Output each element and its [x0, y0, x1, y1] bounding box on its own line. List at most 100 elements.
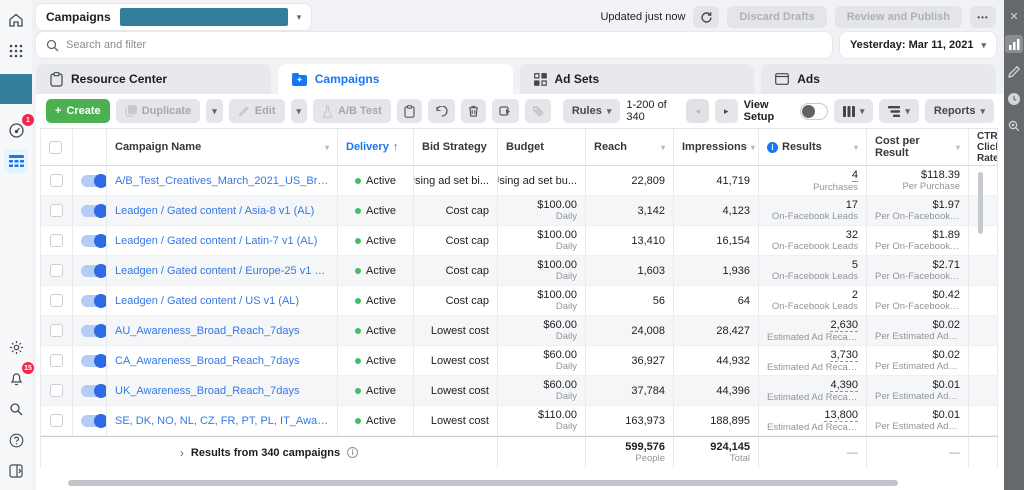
performance-chart-icon[interactable]	[1005, 35, 1023, 53]
campaign-name-link[interactable]: AU_Awareness_Broad_Reach_7days	[115, 325, 329, 337]
row-checkbox[interactable]	[50, 324, 63, 337]
header-cost-per-result[interactable]: Cost per Result ▾	[867, 129, 969, 165]
sort-caret-icon[interactable]: ▾	[325, 143, 329, 152]
search-filter-bar[interactable]	[36, 32, 832, 58]
row-checkbox[interactable]	[50, 354, 63, 367]
header-delivery[interactable]: Delivery ↑	[338, 129, 414, 165]
header-campaign-name[interactable]: Campaign Name ▾	[107, 129, 338, 165]
results-value[interactable]: 13,800	[824, 409, 858, 422]
header-reach[interactable]: Reach ▾	[586, 129, 674, 165]
results-value[interactable]: 4,390	[830, 379, 858, 392]
results-value[interactable]: 4	[852, 169, 858, 182]
tab-ads[interactable]: Ads	[761, 64, 996, 94]
results-value[interactable]: 32	[846, 229, 858, 241]
edit-button[interactable]: Edit	[229, 99, 285, 123]
help-icon[interactable]	[4, 428, 28, 452]
edit-pencil-icon[interactable]	[1006, 64, 1022, 80]
campaign-scope-selector[interactable]: Campaigns ▾	[36, 4, 311, 30]
collapse-panel-icon[interactable]	[4, 459, 28, 483]
header-results[interactable]: i Results ▾	[759, 129, 867, 165]
campaign-active-toggle[interactable]	[81, 235, 107, 247]
breakdown-button[interactable]: ▾	[879, 99, 919, 123]
results-info-icon[interactable]: i	[767, 142, 778, 153]
row-checkbox[interactable]	[50, 204, 63, 217]
footer-info-icon[interactable]: i	[347, 447, 358, 458]
campaign-active-toggle[interactable]	[81, 175, 107, 187]
campaign-name-link[interactable]: SE, DK, NO, NL, CZ, FR, PT, PL, IT_Aware…	[115, 415, 329, 427]
reports-button[interactable]: Reports ▾	[925, 99, 994, 123]
zoom-search-icon[interactable]	[1006, 118, 1022, 134]
settings-gear-icon[interactable]	[4, 335, 28, 359]
search-input[interactable]	[66, 39, 822, 51]
tab-campaigns[interactable]: Campaigns	[278, 64, 513, 94]
discard-drafts-button[interactable]: Discard Drafts	[727, 6, 826, 28]
edit-caret-button[interactable]: ▾	[291, 99, 308, 123]
view-setup-toggle[interactable]	[800, 103, 828, 120]
row-checkbox[interactable]	[50, 264, 63, 277]
results-value[interactable]: 2	[852, 289, 858, 301]
row-checkbox[interactable]	[50, 384, 63, 397]
tab-ad-sets[interactable]: Ad Sets	[520, 64, 755, 94]
campaign-active-toggle[interactable]	[81, 295, 107, 307]
row-checkbox[interactable]	[50, 234, 63, 247]
refresh-button[interactable]	[693, 6, 719, 28]
sort-caret-icon[interactable]: ▾	[956, 143, 960, 152]
campaign-name-link[interactable]: UK_Awareness_Broad_Reach_7days	[115, 385, 329, 397]
date-range-selector[interactable]: Yesterday: Mar 11, 2021 ▾	[840, 32, 996, 58]
header-ctr[interactable]: CTR Click Rate	[969, 129, 998, 165]
results-value[interactable]: 3,730	[830, 349, 858, 362]
home-icon[interactable]	[4, 8, 28, 32]
create-button[interactable]: + Create	[46, 99, 110, 123]
results-value[interactable]: 5	[852, 259, 858, 271]
campaign-name-link[interactable]: A/B_Test_Creatives_March_2021_US_Broad_.…	[115, 175, 329, 187]
more-options-button[interactable]: •••	[970, 6, 996, 28]
account-logo-redacted[interactable]	[0, 74, 32, 104]
campaign-name-link[interactable]: Leadgen / Gated content / US v1 (AL)	[115, 295, 329, 307]
results-value[interactable]: 2,630	[830, 319, 858, 332]
header-impressions[interactable]: Impressions ▾	[674, 129, 759, 165]
campaign-name-link[interactable]: Leadgen / Gated content / Latin-7 v1 (AL…	[115, 235, 329, 247]
close-icon[interactable]: ✕	[1006, 8, 1022, 24]
select-all-checkbox[interactable]	[49, 141, 62, 154]
rules-button[interactable]: Rules ▾	[563, 99, 621, 123]
campaign-name-link[interactable]: Leadgen / Gated content / Asia-8 v1 (AL)	[115, 205, 329, 217]
next-page-button[interactable]: ▸	[715, 99, 738, 123]
campaign-active-toggle[interactable]	[81, 205, 107, 217]
row-checkbox[interactable]	[50, 294, 63, 307]
campaign-active-toggle[interactable]	[81, 265, 107, 277]
search-rail-icon[interactable]	[4, 397, 28, 421]
columns-button[interactable]: ▾	[834, 99, 874, 123]
expand-results-chevron[interactable]: ›	[180, 446, 184, 460]
delete-button[interactable]	[461, 99, 486, 123]
duplicate-caret-button[interactable]: ▾	[206, 99, 223, 123]
duplicate-button[interactable]: Duplicate	[116, 99, 201, 123]
tab-resource-center[interactable]: Resource Center	[36, 64, 271, 94]
header-bid-strategy[interactable]: Bid Strategy	[414, 129, 498, 165]
chevron-down-icon[interactable]: ▾	[297, 13, 302, 22]
results-value[interactable]: 17	[846, 199, 858, 211]
row-checkbox[interactable]	[50, 174, 63, 187]
campaign-active-toggle[interactable]	[81, 355, 107, 367]
sort-caret-icon[interactable]: ▾	[661, 143, 665, 152]
header-budget[interactable]: Budget	[498, 129, 586, 165]
horizontal-scrollbar[interactable]	[68, 480, 898, 486]
sort-caret-icon[interactable]: ▾	[854, 143, 858, 152]
notifications-bell-icon[interactable]: 15	[4, 366, 28, 390]
campaign-active-toggle[interactable]	[81, 325, 107, 337]
ab-test-button[interactable]: A/B Test	[313, 99, 391, 123]
sort-caret-icon[interactable]: ▾	[751, 143, 755, 152]
row-checkbox[interactable]	[50, 414, 63, 427]
campaign-name-link[interactable]: CA_Awareness_Broad_Reach_7days	[115, 355, 329, 367]
apps-grid-icon[interactable]	[4, 39, 28, 63]
export-button[interactable]	[492, 99, 519, 123]
campaigns-table-icon[interactable]	[4, 149, 28, 173]
campaign-active-toggle[interactable]	[81, 385, 107, 397]
history-clock-icon[interactable]	[1006, 91, 1022, 107]
campaign-active-toggle[interactable]	[81, 415, 107, 427]
campaign-name-link[interactable]: Leadgen / Gated content / Europe-25 v1 (…	[115, 265, 329, 277]
review-publish-button[interactable]: Review and Publish	[835, 6, 962, 28]
tag-button[interactable]	[525, 99, 551, 123]
vertical-scrollbar[interactable]	[978, 172, 983, 234]
undo-button[interactable]	[428, 99, 455, 123]
pin-note-button[interactable]	[397, 99, 422, 123]
